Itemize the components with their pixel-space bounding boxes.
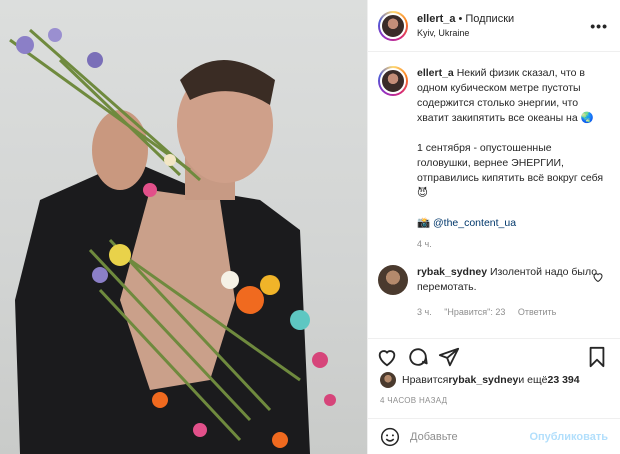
post-header: ellert_a • Подписки Kyiv, Ukraine ••• xyxy=(368,0,620,52)
post-photo-illustration xyxy=(9,28,336,454)
share-icon[interactable] xyxy=(438,346,460,368)
caption-body-2: 1 сентября - опустошенные головушки, вер… xyxy=(417,142,604,199)
caption-text: ellert_a Некий физик сказал, что в одном… xyxy=(417,66,608,231)
reply-button[interactable]: Ответить xyxy=(518,307,556,317)
more-options-icon[interactable]: ••• xyxy=(590,18,608,34)
caption-avatar[interactable] xyxy=(378,66,408,96)
separator-dot: • xyxy=(458,13,463,25)
bookmark-icon[interactable] xyxy=(586,346,608,368)
liker-username-link[interactable]: rybak_sydney xyxy=(448,374,518,386)
mention-link[interactable]: @the_content_ua xyxy=(433,217,516,229)
likes-middle: и ещё xyxy=(518,374,548,386)
username-link[interactable]: ellert_a xyxy=(417,13,456,25)
comment-like-icon[interactable] xyxy=(592,271,604,283)
comment-likes-count[interactable]: "Нравится": 23 xyxy=(444,307,505,317)
likes-summary: Нравится rybak_sydney и ещё 23 394 xyxy=(380,372,580,388)
follow-status-button[interactable]: Подписки xyxy=(465,13,514,25)
comment-icon[interactable] xyxy=(407,346,429,368)
avatar[interactable] xyxy=(378,10,408,41)
post-header-meta: ellert_a • Подписки Kyiv, Ukraine xyxy=(417,13,590,38)
comment-input[interactable]: Добавьте xyxy=(410,431,529,443)
comment-row: rybak_sydney Изолентой надо было перемот… xyxy=(368,249,620,295)
post-header-line: ellert_a • Подписки xyxy=(417,13,590,25)
post-photo[interactable] xyxy=(0,0,367,454)
camera-emoji: 📸 xyxy=(417,217,431,229)
action-bar xyxy=(368,338,620,374)
heart-icon[interactable] xyxy=(376,346,398,368)
likes-prefix: Нравится xyxy=(402,374,449,386)
add-comment-bar: Добавьте Опубликовать xyxy=(368,418,620,454)
post-time-ago: 4 ЧАСОВ НАЗАД xyxy=(380,396,448,405)
commenter-username-link[interactable]: rybak_sydney xyxy=(417,266,487,278)
caption-username-link[interactable]: ellert_a xyxy=(417,67,454,79)
post-caption: ellert_a Некий физик сказал, что в одном… xyxy=(368,52,620,231)
comment-meta: 3 ч. "Нравится": 23 Ответить xyxy=(417,307,620,317)
publish-button[interactable]: Опубликовать xyxy=(529,431,608,443)
post-sidebar: ellert_a • Подписки Kyiv, Ukraine ••• el… xyxy=(367,0,620,454)
comment-text: rybak_sydney Изолентой надо было перемот… xyxy=(417,265,608,295)
caption-timestamp: 4 ч. xyxy=(417,239,432,249)
liker-avatar[interactable] xyxy=(380,372,396,388)
emoji-icon[interactable] xyxy=(380,427,400,447)
location-link[interactable]: Kyiv, Ukraine xyxy=(417,28,590,38)
likes-count-link[interactable]: 23 394 xyxy=(548,374,580,386)
commenter-avatar[interactable] xyxy=(378,265,408,295)
comment-timestamp: 3 ч. xyxy=(417,307,432,317)
instagram-post-view: ellert_a • Подписки Kyiv, Ukraine ••• el… xyxy=(0,0,620,454)
